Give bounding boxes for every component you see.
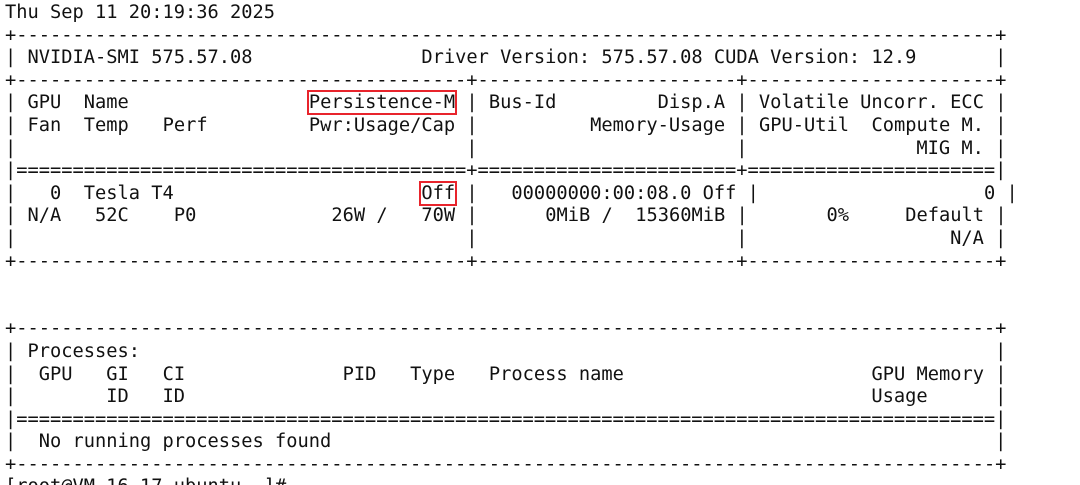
gpu-memory-used: 0MiB [545,205,591,227]
proc-col-ci-id: ID [162,386,186,408]
col-name: Name [83,92,129,114]
gpu-ecc: 0 [983,182,996,204]
terminal-line: | N/A 52C P0 26W / 70W | 0MiB / 15360MiB… [5,205,1007,227]
terminal-line: | Processes: | [5,340,1007,362]
terminal-line: +---------------------------------------… [5,453,1007,475]
gpu-compute-mode: Default [905,205,985,227]
gpu-perf: P0 [173,205,197,227]
terminal-line: [root@VM-16-17-ubuntu ~]# [5,476,1018,485]
gpu-bus-id: 00000000:00:08.0 [511,182,692,204]
col-persistence-m: Persistence-M [306,90,458,116]
col-gpu-util: GPU-Util [758,114,849,136]
proc-col-gi-id: ID [106,386,129,408]
nvidia-smi-version: NVIDIA-SMI 575.57.08 [16,47,253,69]
gpu-persistence-value: Off [419,180,458,206]
col-perf: Perf [162,114,208,136]
cuda-version: CUDA Version: 12.9 [713,47,917,69]
gpu-fan: N/A [27,205,62,227]
proc-col-gpu-memory: GPU Memory [871,363,984,385]
col-disp-a: Disp.A [657,92,726,114]
gpu-disp-a: Off [702,182,737,204]
col-mig-m: MIG M. [916,137,984,159]
terminal-line: +---------------------------------------… [5,69,1007,91]
proc-col-gpu: GPU [38,363,73,385]
processes-title: Processes: [27,340,141,362]
terminal-output: Thu Sep 11 20:19:36 2025 +---------------… [5,2,1018,485]
gpu-mig-mode: N/A [950,227,984,249]
gpu-power-cap: 70W [421,205,456,227]
proc-col-usage: Usage [871,386,928,408]
gpu-index: 0 [50,182,62,204]
gpu-util: 0% [826,205,850,227]
terminal-line: | No running processes found | [5,431,1007,453]
driver-version: Driver Version: 575.57.08 [421,47,703,69]
proc-col-type: Type [410,363,456,385]
terminal-line: | GPU Name Persistence-M | Bus-Id Disp.A… [5,90,1007,116]
col-bus-id: Bus-Id [488,92,557,114]
terminal-line: | NVIDIA-SMI 575.57.08 Driver Version: 5… [5,47,1007,69]
gpu-power-usage: 26W [331,205,366,227]
terminal-line: | 0 Tesla T4 Off | 00000000:00:08.0 Off … [5,180,1018,206]
terminal-line: | GPU GI CI PID Type Process name GPU Me… [5,363,1007,385]
col-memory-usage: Memory-Usage [590,114,726,136]
col-temp: Temp [83,114,129,136]
terminal-line: | | | MIG M. | [5,137,1007,159]
terminal-line: +---------------------------------------… [5,24,1007,46]
gpu-temp: 52C [95,205,129,227]
col-pwr-usage-cap: Pwr:Usage/Cap [308,114,456,136]
terminal-line: Thu Sep 11 20:19:36 2025 [5,2,1018,25]
terminal-line: | ID ID Usage | [5,386,1007,408]
col-volatile-ecc: Volatile Uncorr. ECC [758,92,984,114]
terminal-line: | | | N/A | [5,227,1007,249]
proc-col-gi: GI [106,363,129,385]
terminal-line: | Fan Temp Perf Pwr:Usage/Cap | Memory-U… [5,114,1007,136]
terminal-line: +---------------------------------------… [5,318,1007,340]
proc-col-pid: PID [342,363,377,385]
timestamp: Thu Sep 11 20:19:36 2025 [5,2,276,23]
terminal-line: |=======================================… [5,160,1007,182]
gpu-memory-total: 15360MiB [635,205,726,227]
shell-prompt: [root@VM-16-17-ubuntu ~]# [5,476,286,485]
terminal-line: |=======================================… [5,408,1007,430]
terminal-window: { "timestamp": "Thu Sep 11 20:19:36 2025… [0,0,1080,485]
no-processes-message: No running processes found [38,431,332,453]
col-compute-m: Compute M. [871,114,984,136]
proc-col-ci: CI [162,363,186,385]
proc-col-process-name: Process name [488,363,624,385]
gpu-name: Tesla T4 [83,182,174,204]
col-fan: Fan [27,114,62,136]
terminal-line: +---------------------------------------… [5,250,1007,272]
col-gpu: GPU [27,92,62,114]
